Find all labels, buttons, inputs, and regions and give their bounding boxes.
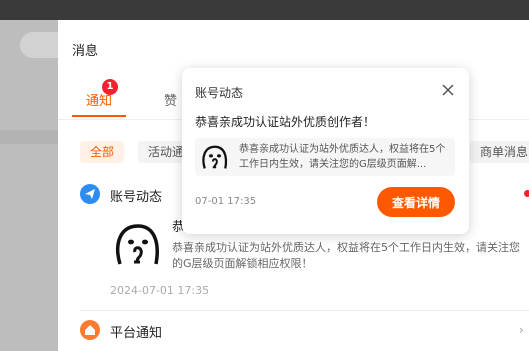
paper-plane-icon [80, 184, 100, 204]
browser-top-bar [0, 0, 529, 20]
creator-avatar [110, 216, 166, 272]
view-details-button[interactable]: 查看详情 [377, 187, 455, 217]
notice-badge: 1 [102, 79, 118, 95]
panel-title: 消息 [72, 44, 99, 59]
tab-like[interactable]: 赞 [164, 90, 177, 109]
notification-popover: 账号动态 恭喜亲成功认证站外优质创作者！ 恭喜亲成功认证为站外优质达人，权益将在… [182, 68, 469, 234]
tab-active-underline [72, 115, 126, 117]
popover-card-text: 恭喜亲成功认证为站外优质达人，权益将在5个工作日内生效，请关注您的G层级页面解.… [239, 144, 446, 170]
creator-avatar-small [199, 141, 231, 173]
unread-dot [524, 190, 529, 197]
backdrop-band [0, 130, 58, 144]
popover-title: 账号动态 [195, 86, 244, 100]
filter-order[interactable]: 商单消息 [470, 141, 529, 163]
page-backdrop [0, 20, 80, 351]
filter-all[interactable]: 全部 [80, 141, 125, 163]
popover-headline: 恭喜亲成功认证站外优质创作者！ [195, 115, 376, 129]
message-body: 恭喜亲成功认证为站外优质达人，权益将在5个工作日内生效，请关注您的G层级页面解锁… [172, 241, 520, 270]
section-title-account[interactable]: 账号动态 [110, 186, 162, 205]
message-timestamp: 2024-07-01 17:35 [110, 284, 210, 297]
section-title-platform[interactable]: 平台通知 [110, 322, 162, 341]
section-divider [80, 310, 529, 311]
chevron-right-icon[interactable]: › [519, 323, 524, 337]
close-icon[interactable] [440, 82, 456, 98]
popover-message-card[interactable]: 恭喜亲成功认证为站外优质达人，权益将在5个工作日内生效，请关注您的G层级页面解.… [195, 138, 455, 176]
house-icon [80, 320, 100, 340]
popover-timestamp: 07-01 17:35 [195, 196, 257, 207]
